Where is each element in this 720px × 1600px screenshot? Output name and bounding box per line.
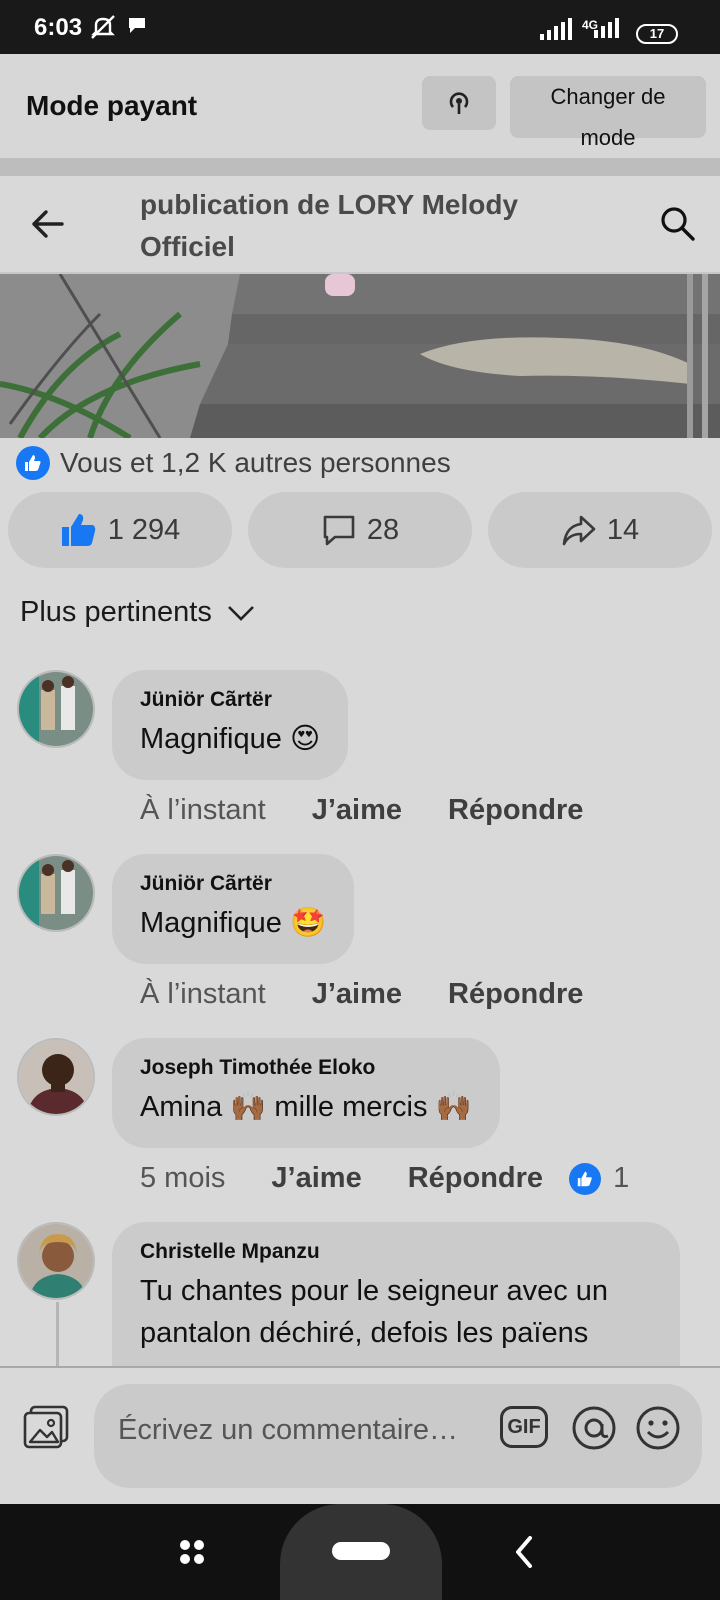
gif-button[interactable]: GIF <box>500 1406 548 1448</box>
recent-apps-icon[interactable] <box>178 1538 206 1566</box>
share-icon <box>562 515 596 546</box>
sort-label: Plus pertinents <box>20 596 212 628</box>
comment-count: 28 <box>366 513 400 546</box>
comment-text: Amina 🙌🏾 mille mercis 🙌🏾 <box>140 1091 472 1123</box>
comment-time: À l’instant <box>140 794 266 826</box>
comment-meta: 5 mois J’aime Répondre 1 <box>140 1162 629 1195</box>
thread-line <box>56 1302 59 1366</box>
home-icon[interactable] <box>332 1542 390 1560</box>
system-navigation-bar <box>0 1504 720 1600</box>
broadcast-button[interactable] <box>422 76 496 130</box>
comment-author[interactable]: Jüniör Cãrtër <box>140 688 320 712</box>
avatar[interactable] <box>17 670 95 748</box>
comment-composer: Écrivez un commentaire… GIF <box>0 1366 720 1504</box>
comment-sort-dropdown[interactable]: Plus pertinents <box>20 596 256 629</box>
like-button[interactable]: 1 294 <box>8 492 232 568</box>
comment-input-placeholder: Écrivez un commentaire… <box>118 1414 459 1446</box>
post-actions: 1 294 28 14 <box>8 492 712 568</box>
comment-time: 5 mois <box>140 1162 226 1194</box>
comment-meta: À l’instant J’aime Répondre <box>140 794 583 827</box>
change-mode-button[interactable]: Changer de mode <box>510 76 706 150</box>
change-mode-label-1: Changer de <box>550 84 666 109</box>
back-nav-icon[interactable] <box>512 1534 536 1570</box>
broadcast-icon <box>449 92 469 114</box>
comment-text: Tu chantes pour le seigneur avec un pant… <box>140 1275 609 1349</box>
post-image <box>0 274 720 438</box>
comment-reply-button[interactable]: Répondre <box>448 978 583 1011</box>
battery-indicator: 17 <box>636 24 678 44</box>
comment-button[interactable]: 28 <box>248 492 472 568</box>
page-title-line-1: publication de LORY Melody <box>140 189 519 220</box>
comment-like-button[interactable]: J’aime <box>271 1162 361 1195</box>
photo-picker-icon[interactable] <box>22 1404 72 1452</box>
comment-bubble[interactable]: Jüniör Cãrtër Magnifique 😍 <box>112 670 349 780</box>
comment-like-button[interactable]: J’aime <box>312 978 402 1011</box>
avatar[interactable] <box>17 1038 95 1116</box>
comment-time: À l’instant <box>140 978 266 1010</box>
comment-bubble[interactable]: Christelle Mpanzu Tu chantes pour le sei… <box>112 1222 680 1366</box>
avatar[interactable] <box>17 1222 95 1300</box>
comment-reaction-count[interactable]: 1 <box>569 1162 629 1195</box>
clock: 6:03 <box>34 14 83 41</box>
comment-text: Magnifique 🤩 <box>140 907 327 939</box>
pay-mode-title: Mode payant <box>26 90 198 121</box>
share-button[interactable]: 14 <box>488 492 712 568</box>
like-count: 1 294 <box>107 513 181 546</box>
page-title: publication de LORY Melody Officiel <box>140 184 590 268</box>
page-title-line-2: Officiel <box>140 231 235 262</box>
signal-icon-2 <box>594 18 619 38</box>
muted-bell-icon <box>91 15 115 39</box>
comment-reply-button[interactable]: Répondre <box>448 794 583 827</box>
like-reaction-icon <box>569 1162 602 1195</box>
comment-reply-button[interactable]: Répondre <box>408 1162 543 1195</box>
like-reaction-icon <box>16 446 50 480</box>
post-header: publication de LORY Melody Officiel <box>0 176 720 274</box>
comment-icon <box>323 515 355 546</box>
search-icon[interactable] <box>658 204 698 244</box>
comment-bubble[interactable]: Jüniör Cãrtër Magnifique 🤩 <box>112 854 355 964</box>
comment-meta: À l’instant J’aime Répondre <box>140 978 583 1011</box>
comment-author[interactable]: Jüniör Cãrtër <box>140 872 326 896</box>
divider <box>0 158 720 176</box>
reactions-summary[interactable]: Vous et 1,2 K autres personnes <box>16 446 451 480</box>
back-arrow-icon[interactable] <box>28 206 68 242</box>
comment-reaction-number: 1 <box>613 1162 630 1194</box>
comment-author[interactable]: Joseph Timothée Eloko <box>140 1056 472 1080</box>
post-photo[interactable] <box>0 274 720 438</box>
comment-author[interactable]: Christelle Mpanzu <box>140 1240 652 1264</box>
mention-icon[interactable] <box>570 1404 618 1452</box>
thumbs-up-icon <box>61 514 95 546</box>
avatar[interactable] <box>17 854 95 932</box>
change-mode-label-2: mode <box>580 125 636 150</box>
pay-mode-bar: Mode payant Changer de mode <box>0 54 720 158</box>
signal-icon <box>540 18 572 40</box>
status-bar: 6:03 4G 17 <box>0 0 720 54</box>
share-count: 14 <box>606 513 640 546</box>
comment-text: Magnifique 😍 <box>140 723 321 755</box>
comment-bubble[interactable]: Joseph Timothée Eloko Amina 🙌🏾 mille mer… <box>112 1038 500 1148</box>
reactions-summary-text: Vous et 1,2 K autres personnes <box>60 447 451 478</box>
comment-like-button[interactable]: J’aime <box>312 794 402 827</box>
chevron-down-icon <box>227 605 254 621</box>
comment-input[interactable]: Écrivez un commentaire… GIF <box>94 1384 702 1488</box>
emoji-icon[interactable] <box>634 1404 682 1452</box>
chat-bubble-icon <box>129 18 145 33</box>
